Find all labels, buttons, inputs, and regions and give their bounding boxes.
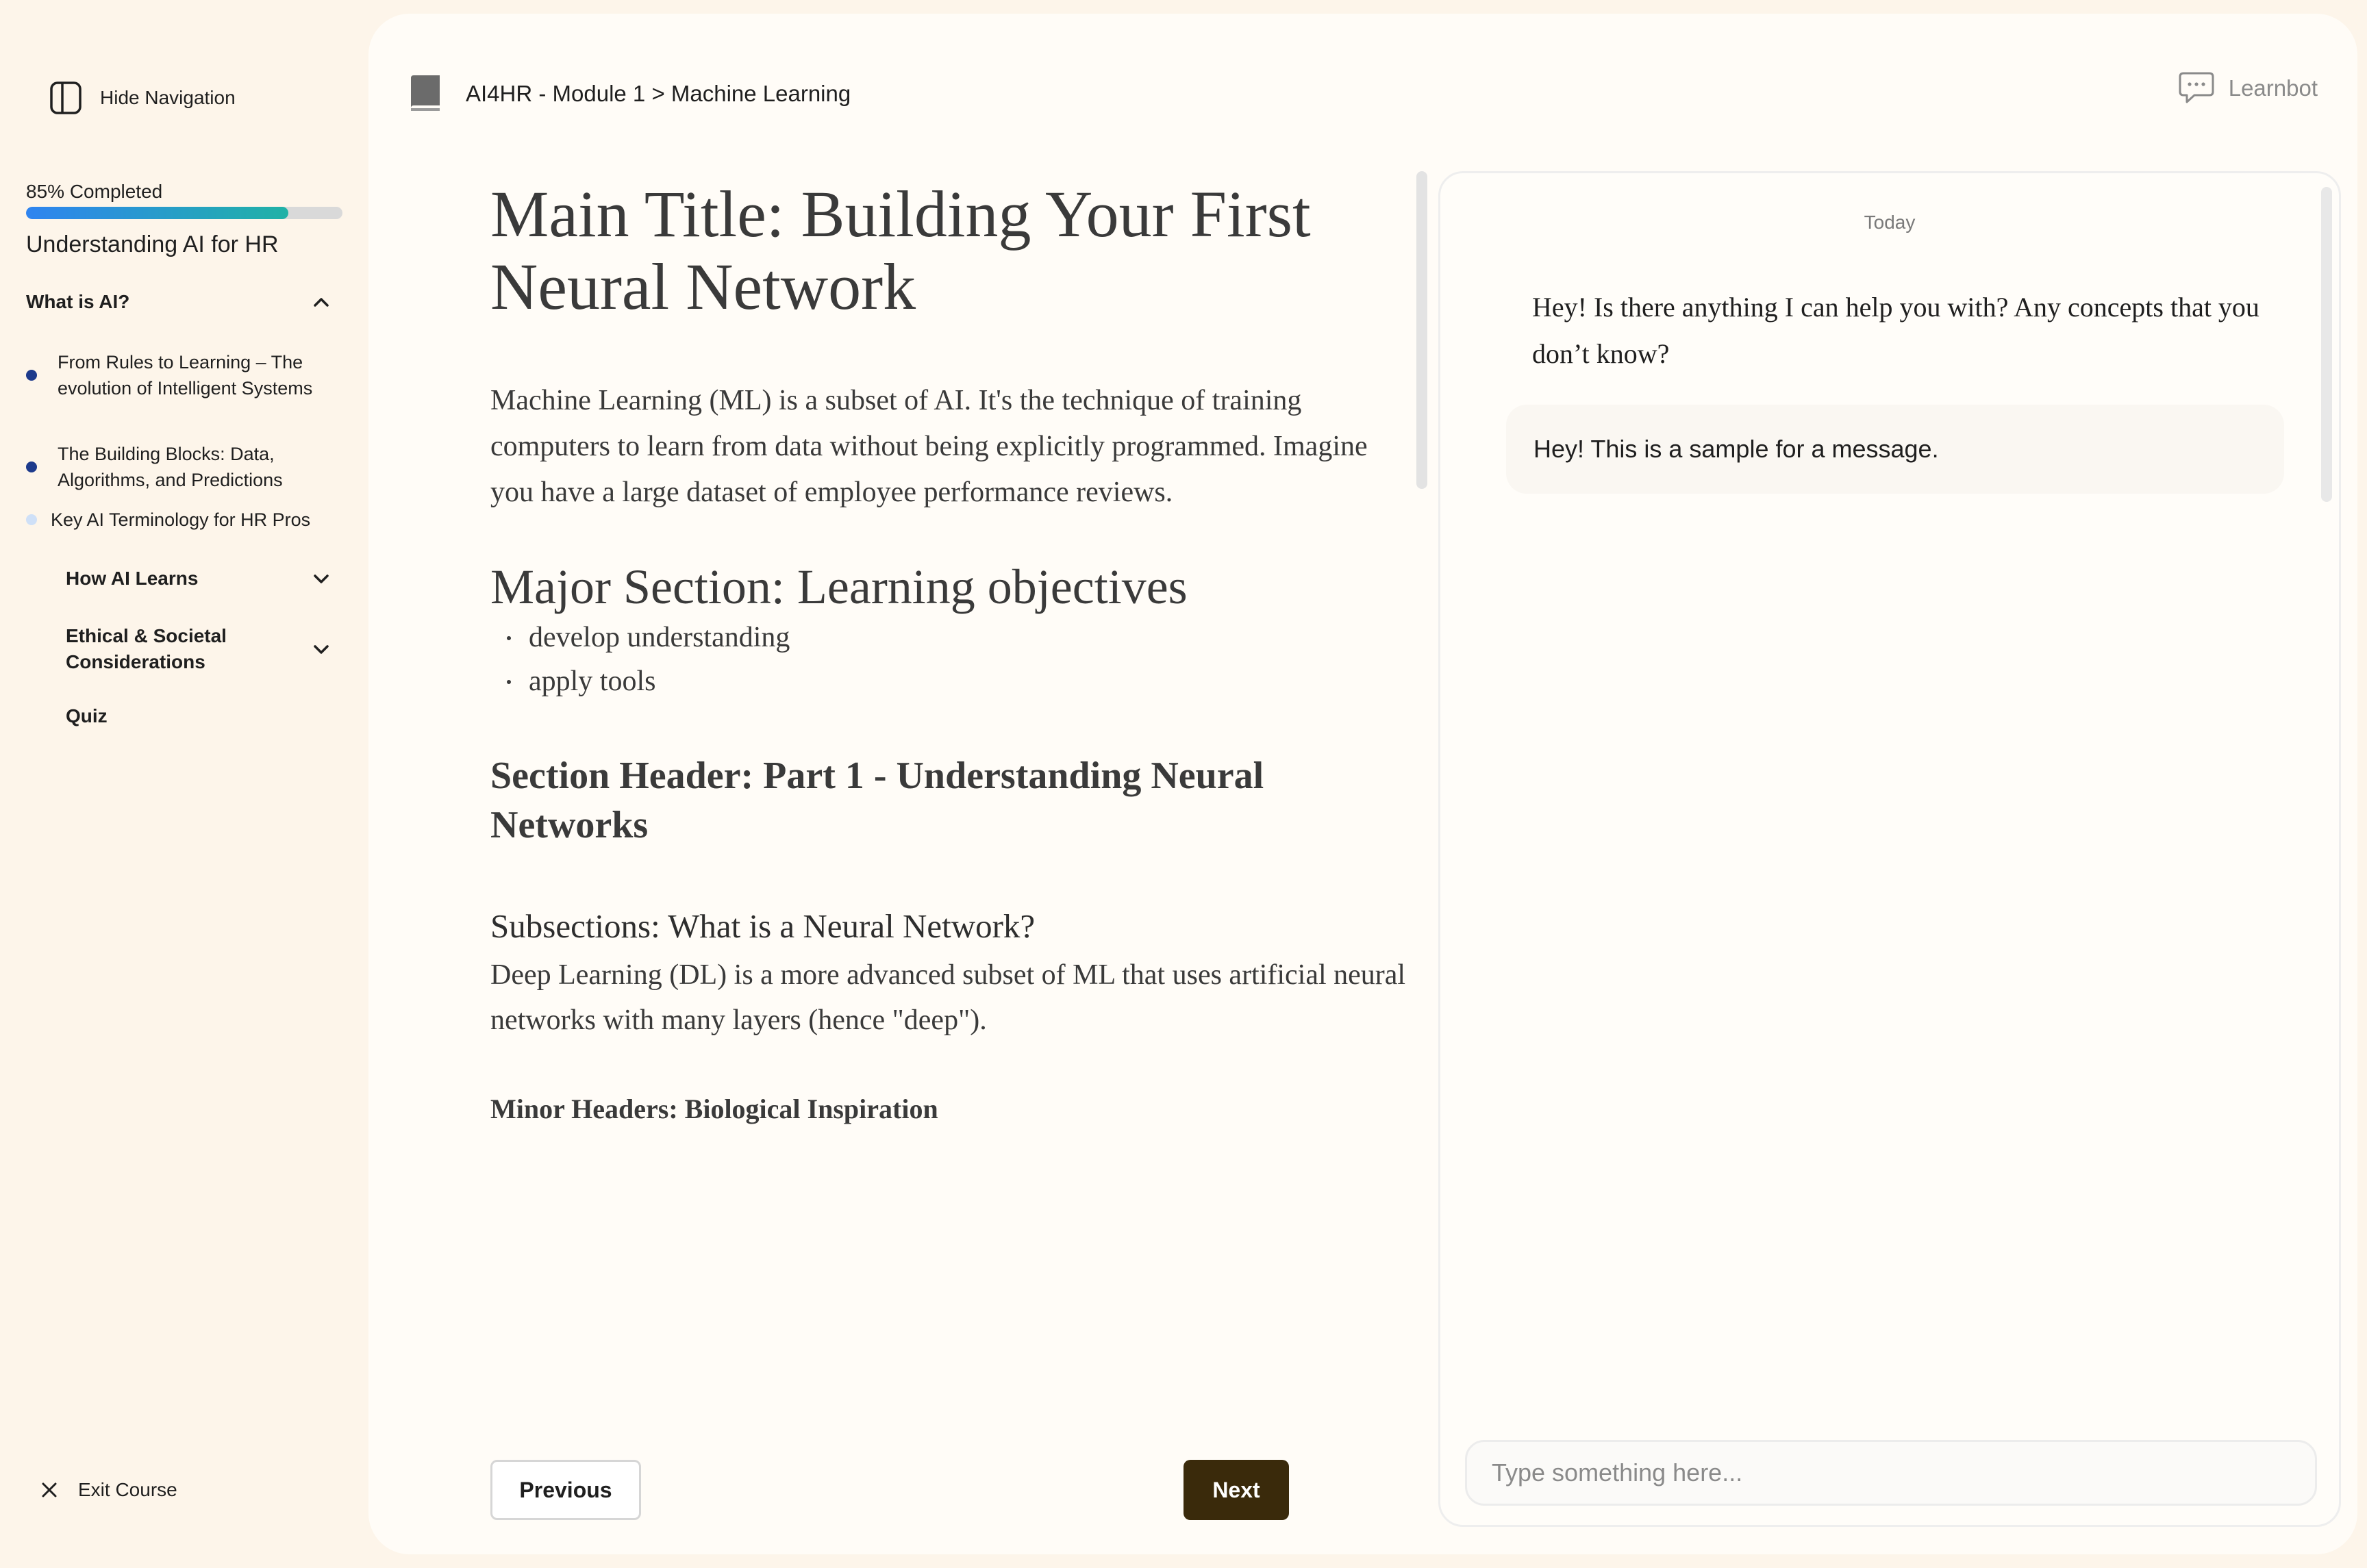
section-title: Quiz bbox=[66, 705, 108, 726]
lesson-item-key-ai-terminology[interactable]: Key AI Terminology for HR Pros bbox=[26, 507, 348, 533]
content-scrollbar[interactable] bbox=[1416, 171, 1427, 489]
progress-label: 85% Completed bbox=[26, 181, 163, 202]
chat-date-label: Today bbox=[1864, 212, 1916, 233]
chevron-down-icon bbox=[314, 574, 329, 583]
chat-scrollbar[interactable] bbox=[2321, 187, 2332, 502]
chevron-up-icon bbox=[314, 298, 329, 307]
sidebar: Hide Navigation 85% Completed Understand… bbox=[0, 0, 368, 1568]
breadcrumb: AI4HR - Module 1 > Machine Learning bbox=[407, 74, 851, 114]
main-panel: AI4HR - Module 1 > Machine Learning Lear… bbox=[368, 14, 2357, 1554]
lesson-complete-dot bbox=[26, 461, 37, 472]
chevron-down-icon bbox=[314, 645, 329, 654]
exit-course-label: Exit Course bbox=[78, 1479, 177, 1500]
intro-paragraph: Machine Learning (ML) is a subset of AI.… bbox=[490, 385, 1368, 508]
learnbot-chat-panel: Today Hey! Is there anything I can help … bbox=[1438, 171, 2341, 1527]
sidebar-panel-icon bbox=[50, 81, 82, 114]
progress-bar-fill bbox=[26, 207, 289, 219]
user-message-text: Hey! This is a sample for a message. bbox=[1533, 435, 1939, 463]
lesson-complete-dot bbox=[26, 370, 37, 381]
previous-button[interactable]: Previous bbox=[490, 1460, 641, 1520]
progress-bar bbox=[26, 207, 342, 219]
section-what-is-ai[interactable]: What is AI? bbox=[26, 290, 333, 314]
book-icon bbox=[411, 75, 440, 111]
section-title: What is AI? bbox=[26, 291, 130, 312]
exit-course-button[interactable]: Exit Course bbox=[40, 1479, 177, 1501]
section-title: How AI Learns bbox=[66, 568, 199, 589]
learnbot-button[interactable]: Learnbot bbox=[2178, 71, 2318, 105]
main-title: Main Title: Building Your First Neural N… bbox=[490, 177, 1311, 323]
lesson-item-building-blocks[interactable]: The Building Blocks: Data, Algorithms, a… bbox=[26, 441, 348, 493]
section-header: Section Header: Part 1 - Understanding N… bbox=[490, 755, 1264, 846]
bot-message: Hey! Is there anything I can help you wi… bbox=[1532, 292, 2259, 369]
section-ethical-considerations[interactable]: Ethical & Societal Considerations bbox=[66, 623, 333, 675]
lesson-label: From Rules to Learning – The evolution o… bbox=[58, 352, 313, 399]
user-message: Hey! This is a sample for a message. bbox=[1506, 405, 2284, 494]
subsection-paragraph: Deep Learning (DL) is a more advanced su… bbox=[490, 959, 1406, 1036]
lesson-label: The Building Blocks: Data, Algorithms, a… bbox=[58, 444, 283, 490]
section-title: Ethical & Societal Considerations bbox=[66, 625, 227, 672]
learnbot-label: Learnbot bbox=[2228, 75, 2318, 101]
breadcrumb-text[interactable]: AI4HR - Module 1 > Machine Learning bbox=[466, 81, 851, 107]
close-icon bbox=[42, 1482, 57, 1497]
section-quiz[interactable]: Quiz bbox=[66, 705, 333, 727]
hide-navigation-label: Hide Navigation bbox=[100, 87, 236, 108]
section-how-ai-learns[interactable]: How AI Learns bbox=[66, 567, 333, 590]
hide-navigation-button[interactable]: Hide Navigation bbox=[49, 81, 236, 115]
lesson-label: Key AI Terminology for HR Pros bbox=[51, 509, 311, 530]
course-title: Understanding AI for HR bbox=[26, 231, 279, 257]
chat-input[interactable] bbox=[1465, 1440, 2317, 1506]
chat-bubble-icon bbox=[2179, 72, 2214, 103]
next-button[interactable]: Next bbox=[1184, 1460, 1289, 1520]
lesson-incomplete-dot bbox=[26, 514, 37, 525]
lesson-item-from-rules-to-learning[interactable]: From Rules to Learning – The evolution o… bbox=[26, 349, 348, 401]
